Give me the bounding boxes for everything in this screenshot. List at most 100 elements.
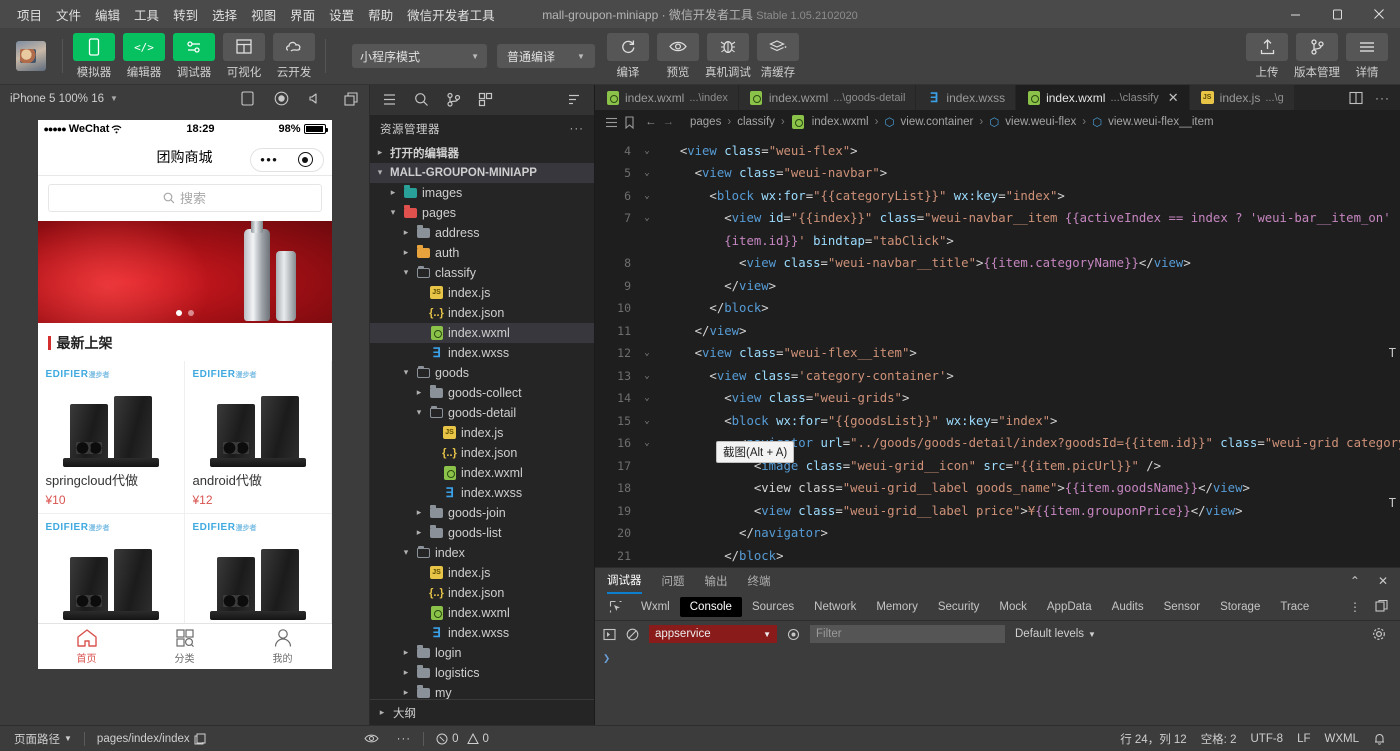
breadcrumb-item-flexitem[interactable]: view.weui-flex__item	[1108, 116, 1213, 128]
tree-item-logistics[interactable]: ▸ logistics	[370, 663, 594, 683]
debug-panel-tab-3[interactable]: 终端	[748, 568, 771, 594]
chevron-right-icon[interactable]: ▸	[374, 147, 386, 158]
collapse-icon[interactable]: ⌃	[1350, 574, 1360, 588]
tree-item-my[interactable]: ▸ my	[370, 683, 594, 699]
fold-arrow-icon[interactable]: ⌄	[639, 207, 655, 230]
view-toggle-3[interactable]: 可视化	[221, 32, 267, 80]
action-button-0[interactable]: 编译	[605, 32, 651, 80]
devtools-tab-memory[interactable]: Memory	[866, 597, 928, 617]
code-line[interactable]: 4 ⌄ <view class="weui-flex">	[595, 140, 1400, 163]
code-line[interactable]: 12 ⌄ <view class="weui-flex__item">	[595, 342, 1400, 365]
code-line[interactable]: 10 </block>	[595, 297, 1400, 320]
console-context-select[interactable]: appservice ▼	[649, 625, 777, 643]
right-action-2[interactable]: 详情	[1344, 32, 1390, 80]
console-filter-input[interactable]: Filter	[810, 625, 1005, 643]
editor-tab-close-icon[interactable]: ✕	[1168, 90, 1179, 106]
kebab-icon[interactable]: ⋮	[1349, 600, 1361, 614]
tree-item-pages[interactable]: ▾ pages	[370, 203, 594, 223]
editor-tab-4[interactable]: JS index.js ...\g	[1189, 85, 1295, 111]
breadcrumb-item-container[interactable]: view.container	[901, 116, 974, 128]
tree-item-index.wxss[interactable]: ▸∃index.wxss	[370, 483, 594, 503]
capsule-target-icon[interactable]	[297, 152, 313, 168]
menu-item-5[interactable]: 选择	[205, 1, 244, 28]
menu-item-0[interactable]: 项目	[10, 1, 49, 28]
search-input[interactable]: 搜索	[47, 183, 322, 212]
tab-home[interactable]: 首页	[38, 624, 136, 669]
chevron-right-icon[interactable]: ▸	[400, 227, 412, 238]
dock-icon[interactable]	[1375, 600, 1388, 614]
more-icon[interactable]: ···	[1375, 91, 1390, 105]
devtools-tab-audits[interactable]: Audits	[1102, 597, 1154, 617]
fold-arrow-icon[interactable]: ⌄	[639, 162, 655, 185]
minimize-button[interactable]	[1274, 0, 1316, 28]
open-editors-section[interactable]: ▸ 打开的编辑器	[370, 143, 594, 163]
compile-mode-select[interactable]: 小程序模式 ▼	[352, 44, 487, 68]
fold-arrow-icon[interactable]: ⌄	[639, 387, 655, 410]
outline-section[interactable]: ▸ 大纲	[370, 699, 594, 725]
action-button-3[interactable]: 清缓存	[755, 32, 801, 80]
menu-item-4[interactable]: 转到	[166, 1, 205, 28]
bookmark-icon[interactable]	[624, 116, 635, 129]
tree-item-index.js[interactable]: ▸JSindex.js	[370, 283, 594, 303]
banner-dot[interactable]	[187, 310, 194, 317]
device-select-label[interactable]: iPhone 5 100% 16	[10, 93, 104, 105]
outline-icon[interactable]	[605, 116, 618, 129]
console-eye-icon[interactable]	[787, 628, 800, 641]
code-editor[interactable]: 4 ⌄ <view class="weui-flex"> 5 ⌄ <view clas…	[595, 134, 1400, 567]
right-action-0[interactable]: 上传	[1244, 32, 1290, 80]
menu-item-10[interactable]: 微信开发者工具	[400, 1, 502, 28]
gear-icon[interactable]	[1372, 627, 1392, 641]
devtools-tab-sensor[interactable]: Sensor	[1154, 597, 1210, 617]
devtools-tab-sources[interactable]: Sources	[742, 597, 804, 617]
tree-item-goods-collect[interactable]: ▸ goods-collect	[370, 383, 594, 403]
encoding-setting[interactable]: UTF-8	[1244, 733, 1289, 745]
debug-panel-tab-0[interactable]: 调试器	[607, 568, 642, 594]
menu-item-7[interactable]: 界面	[283, 1, 322, 28]
search-icon[interactable]	[414, 92, 429, 107]
forward-arrow-icon[interactable]: →	[663, 116, 675, 128]
code-line[interactable]: 18 <view class="weui-grid__label goods_n…	[595, 477, 1400, 500]
tree-item-address[interactable]: ▸ address	[370, 223, 594, 243]
record-icon[interactable]	[274, 91, 289, 106]
code-line[interactable]: 15 ⌄ <block wx:for="{{goodsList}}" wx:key…	[595, 410, 1400, 433]
menu-item-3[interactable]: 工具	[127, 1, 166, 28]
chevron-right-icon[interactable]: ▸	[413, 507, 425, 518]
project-root[interactable]: ▾ MALL-GROUPON-MINIAPP	[370, 162, 594, 183]
sort-icon[interactable]	[567, 92, 582, 107]
chevron-down-icon[interactable]: ▾	[374, 167, 386, 178]
goods-card[interactable]: EDIFIER漫步者 springcloud代做 ¥10	[37, 361, 184, 514]
explorer-more-icon[interactable]: ···	[570, 123, 585, 135]
tree-item-index.json[interactable]: ▸{..}index.json	[370, 443, 594, 463]
error-count[interactable]: 0 0	[430, 732, 495, 745]
devtools-tab-storage[interactable]: Storage	[1210, 597, 1270, 617]
menu-item-1[interactable]: 文件	[49, 1, 88, 28]
code-line[interactable]: 19 <view class="weui-grid__label price">…	[595, 500, 1400, 523]
editor-tab-1[interactable]: index.wxml ...\goods-detail	[738, 85, 917, 111]
tree-item-login[interactable]: ▸ login	[370, 643, 594, 663]
view-toggle-4[interactable]: 云开发	[271, 32, 317, 80]
tree-item-index.js[interactable]: ▸JSindex.js	[370, 423, 594, 443]
page-path-value[interactable]: pages/index/index	[91, 733, 212, 745]
clear-console-icon[interactable]	[626, 628, 639, 641]
tree-item-goods[interactable]: ▾ goods	[370, 363, 594, 383]
view-toggle-0[interactable]: 模拟器	[71, 32, 117, 80]
chevron-right-icon[interactable]: ▸	[413, 387, 425, 398]
devtools-tab-trace[interactable]: Trace	[1270, 597, 1319, 617]
code-line[interactable]: 6 ⌄ <block wx:for="{{categoryList}}" wx:k…	[595, 185, 1400, 208]
chevron-right-icon[interactable]: ▸	[387, 187, 399, 198]
chevron-down-icon[interactable]: ▾	[387, 207, 399, 218]
tree-item-images[interactable]: ▸ images	[370, 183, 594, 203]
tab-classify[interactable]: 分类	[136, 624, 234, 669]
fold-arrow-icon[interactable]: ⌄	[639, 410, 655, 433]
code-line[interactable]: 9 </view>	[595, 275, 1400, 298]
chevron-down-icon-device[interactable]: ▼	[110, 94, 118, 103]
chevron-right-icon[interactable]: ▸	[400, 247, 412, 258]
devtools-tab-mock[interactable]: Mock	[989, 597, 1036, 617]
menu-item-9[interactable]: 帮助	[361, 1, 400, 28]
close-icon[interactable]: ✕	[1378, 574, 1388, 588]
editor-tab-0[interactable]: index.wxml ...\index	[595, 85, 739, 111]
tree-item-index.json[interactable]: ▸{..}index.json	[370, 303, 594, 323]
fold-arrow-icon[interactable]: ⌄	[639, 365, 655, 388]
breadcrumb-item-file[interactable]: index.wxml	[812, 116, 869, 128]
tree-item-index.wxss[interactable]: ▸∃index.wxss	[370, 623, 594, 643]
